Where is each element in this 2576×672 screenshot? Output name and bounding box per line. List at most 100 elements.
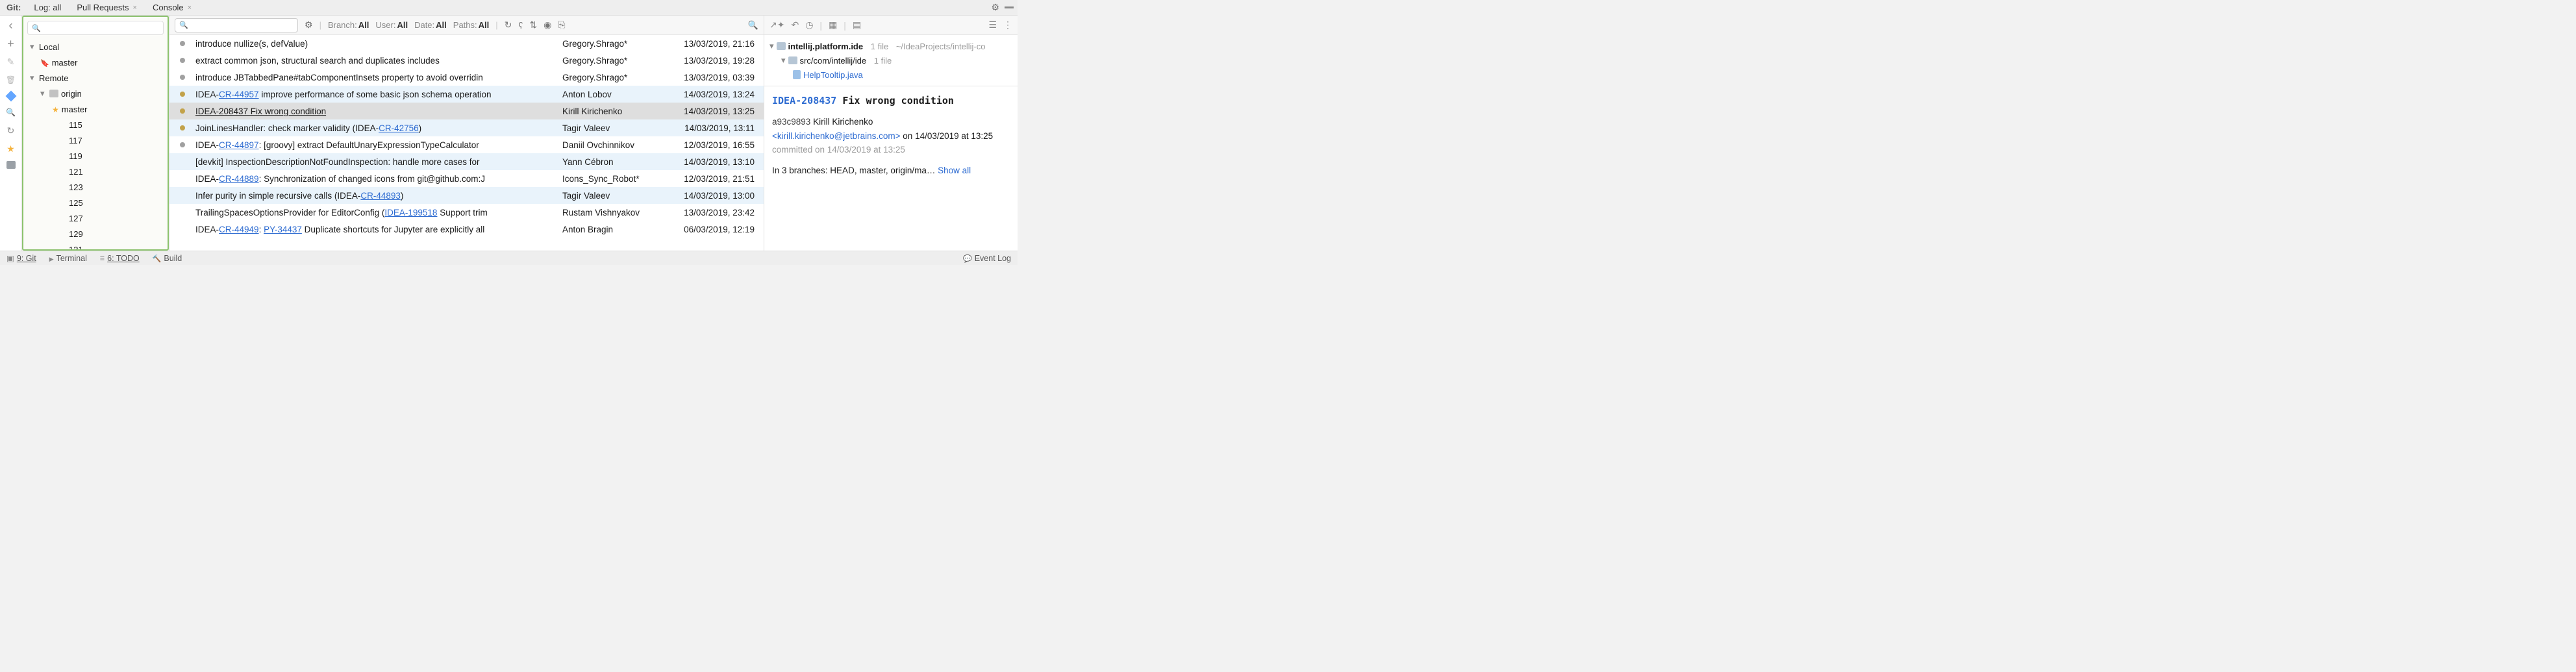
commit-date: 06/03/2019, 12:19 xyxy=(666,225,764,234)
status-build[interactable]: Build xyxy=(153,254,182,263)
remote-origin[interactable]: ▾ origin xyxy=(23,86,168,101)
commit-row[interactable]: extract common json, structural search a… xyxy=(169,52,764,69)
commit-dot-icon xyxy=(180,58,185,63)
chevron-down-icon: ▾ xyxy=(781,55,786,66)
branch-line[interactable]: 129 xyxy=(23,226,168,242)
code-review-link[interactable]: CR-44889 xyxy=(219,174,259,184)
commit-message: JoinLinesHandler: check marker validity … xyxy=(195,123,562,133)
commit-row[interactable]: Infer purity in simple recursive calls (… xyxy=(169,187,764,204)
remote-branch-master[interactable]: master xyxy=(23,101,168,117)
issue-link[interactable]: IDEA-208437 xyxy=(772,95,836,106)
bookmark-icon xyxy=(40,58,49,68)
branch-line[interactable]: 115 xyxy=(23,117,168,132)
delete-icon[interactable] xyxy=(5,74,17,86)
commit-message: [devkit] InspectionDescriptionNotFoundIn… xyxy=(195,157,562,167)
cherry-pick-icon[interactable]: ʕ xyxy=(518,20,523,31)
favorite-icon[interactable] xyxy=(5,143,17,155)
branch-line[interactable]: 125 xyxy=(23,195,168,210)
graph-cell xyxy=(169,92,195,97)
back-icon[interactable] xyxy=(5,19,17,31)
commit-dot-icon xyxy=(180,125,185,131)
code-review-link[interactable]: CR-44897 xyxy=(219,140,259,150)
paths-filter[interactable]: Paths: All xyxy=(453,20,489,30)
git-prefix-label: Git: xyxy=(4,3,23,12)
search-icon[interactable] xyxy=(5,106,17,118)
status-todo[interactable]: 6: TODO xyxy=(100,254,140,263)
module-row[interactable]: ▾ intellij.platform.ide 1 file ~/IdeaPro… xyxy=(769,39,1012,53)
code-review-link[interactable]: CR-42756 xyxy=(379,123,419,133)
local-branch-master[interactable]: master xyxy=(23,55,168,70)
branch-line[interactable]: 127 xyxy=(23,210,168,226)
commit-search-input[interactable] xyxy=(175,18,298,32)
status-git[interactable]: 9: Git xyxy=(6,253,36,263)
diamond-icon[interactable] xyxy=(5,91,16,102)
commit-row[interactable]: IDEA-CR-44957 improve performance of som… xyxy=(169,86,764,103)
show-all-link[interactable]: Show all xyxy=(938,166,971,175)
search-settings-icon[interactable] xyxy=(305,19,313,31)
branch-line[interactable]: 121 xyxy=(23,164,168,179)
add-icon[interactable] xyxy=(5,38,17,49)
branch-line[interactable]: 131 xyxy=(23,242,168,249)
date-filter[interactable]: Date: All xyxy=(414,20,447,30)
tab-console[interactable]: Console × xyxy=(147,3,197,12)
code-review-link[interactable]: CR-44949 xyxy=(219,225,259,234)
history-icon[interactable]: ◷ xyxy=(805,19,813,31)
author-email[interactable]: <kirill.kirichenko@jetbrains.com> xyxy=(772,131,901,141)
branch-filter[interactable]: Branch: All xyxy=(328,20,369,30)
edit-icon[interactable] xyxy=(5,56,17,68)
commit-author: Tagir Valeev xyxy=(562,191,666,201)
commit-row[interactable]: introduce JBTabbedPane#tabComponentInset… xyxy=(169,69,764,86)
folder-row[interactable]: ▾ src/com/intellij/ide 1 file xyxy=(769,53,1012,68)
folder-icon xyxy=(49,90,58,97)
branch-line[interactable]: 123 xyxy=(23,179,168,195)
commit-row[interactable]: IDEA-208437 Fix wrong conditionKirill Ki… xyxy=(169,103,764,119)
code-review-link[interactable]: CR-44957 xyxy=(219,90,259,99)
code-review-link[interactable]: CR-44893 xyxy=(360,191,401,201)
commit-row[interactable]: TrailingSpacesOptionsProvider for Editor… xyxy=(169,204,764,221)
close-icon[interactable]: × xyxy=(133,4,137,12)
align-bottom-icon[interactable] xyxy=(6,190,16,197)
group-icon[interactable]: ▦ xyxy=(829,19,837,31)
minimize-icon[interactable] xyxy=(1005,6,1014,8)
code-review-link[interactable]: PY-34437 xyxy=(264,225,302,234)
branch-line[interactable]: 117 xyxy=(23,132,168,148)
search-icon[interactable]: 🔍 xyxy=(748,20,758,31)
branch-name: master xyxy=(52,58,78,68)
commit-author: Daniil Ovchinnikov xyxy=(562,140,666,150)
commit-row[interactable]: IDEA-CR-44897: [groovy] extract DefaultU… xyxy=(169,136,764,153)
commit-row[interactable]: introduce nullize(s, defValue)Gregory.Sh… xyxy=(169,35,764,52)
commit-row[interactable]: IDEA-CR-44949: PY-34437 Duplicate shortc… xyxy=(169,221,764,238)
commit-author: Icons_Sync_Robot* xyxy=(562,174,666,184)
close-icon[interactable]: × xyxy=(188,4,192,12)
branches-panel: ▾ Local master ▾ Remote ▾ origin master … xyxy=(22,16,169,251)
user-filter[interactable]: User: All xyxy=(375,20,408,30)
tab-label: Pull Requests xyxy=(77,3,129,12)
settings-icon[interactable]: ☰ xyxy=(988,19,997,31)
folder-icon xyxy=(788,56,797,64)
file-row[interactable]: HelpTooltip.java xyxy=(769,68,1012,82)
branches-search-input[interactable] xyxy=(27,21,164,35)
commit-row[interactable]: [devkit] InspectionDescriptionNotFoundIn… xyxy=(169,153,764,170)
tab-pull-requests[interactable]: Pull Requests × xyxy=(71,3,142,12)
expand-icon[interactable]: ↗✦ xyxy=(769,19,784,31)
sort-icon[interactable]: ⇅ xyxy=(529,19,537,31)
tab-log-all[interactable]: Log: all xyxy=(29,3,66,12)
commit-row[interactable]: JoinLinesHandler: check marker validity … xyxy=(169,119,764,136)
undo-icon[interactable]: ↶ xyxy=(791,19,799,31)
status-eventlog[interactable]: Event Log xyxy=(963,254,1011,263)
layout-icon[interactable] xyxy=(6,161,16,169)
local-group[interactable]: ▾ Local xyxy=(23,39,168,55)
branch-line[interactable]: 119 xyxy=(23,148,168,164)
collapse-icon[interactable]: ▤ xyxy=(853,19,861,31)
gear-icon[interactable] xyxy=(991,2,999,13)
new-tab-icon[interactable]: ⎘ xyxy=(558,19,565,31)
refresh-icon[interactable]: ↻ xyxy=(505,19,512,31)
status-terminal[interactable]: Terminal xyxy=(49,254,87,263)
eye-icon[interactable]: ◉ xyxy=(544,19,551,31)
align-top-icon[interactable] xyxy=(6,175,16,183)
more-icon[interactable]: ⋮ xyxy=(1003,19,1012,31)
commit-row[interactable]: IDEA-CR-44889: Synchronization of change… xyxy=(169,170,764,187)
remote-group[interactable]: ▾ Remote xyxy=(23,70,168,86)
refresh-icon[interactable] xyxy=(5,125,17,136)
code-review-link[interactable]: IDEA-199518 xyxy=(384,208,437,218)
